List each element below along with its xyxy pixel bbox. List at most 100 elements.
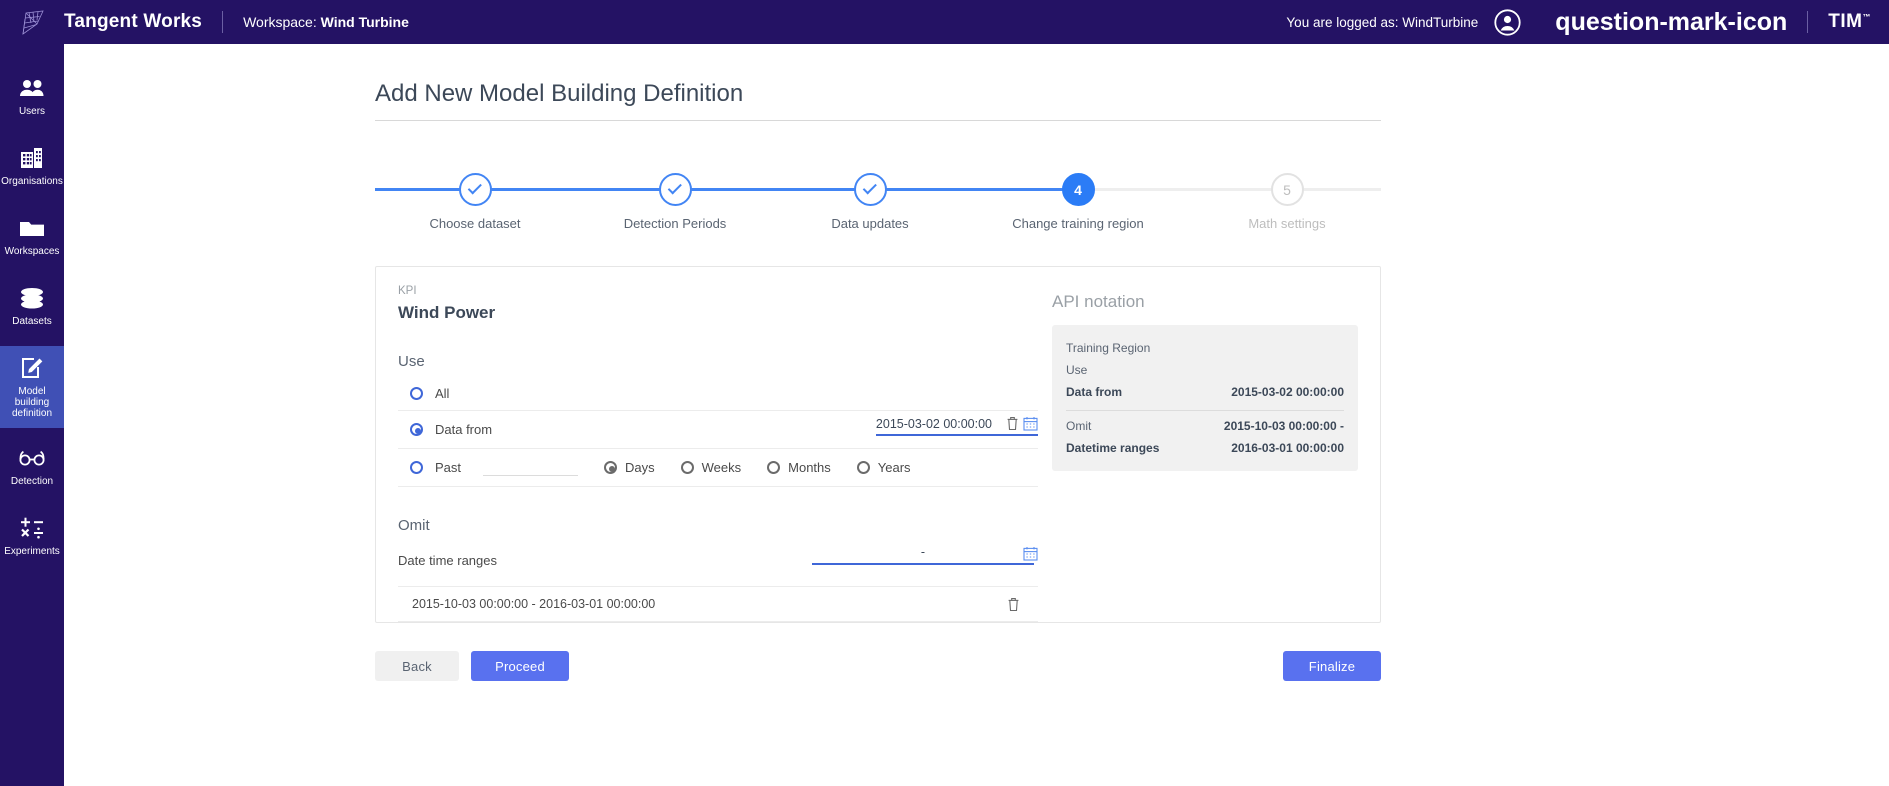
step-label: Change training region: [1012, 216, 1144, 231]
users-icon: [19, 75, 45, 101]
workspace-prefix: Workspace:: [243, 14, 321, 30]
step-5-math-settings[interactable]: 5 Math settings: [1187, 162, 1387, 231]
radio-weeks[interactable]: [680, 461, 694, 474]
step-4-bubble: 4: [1061, 173, 1095, 206]
api-value: 2015-10-03 00:00:00 -: [1223, 419, 1344, 433]
calendar-icon[interactable]: [1023, 416, 1038, 431]
api-row: Data from 2015-03-02 00:00:00: [1066, 381, 1344, 403]
tim-logo-text: TIM: [1828, 11, 1863, 32]
data-from-date-field[interactable]: 2015-03-02 00:00:00: [875, 416, 1038, 436]
past-amount-input[interactable]: [483, 459, 579, 476]
sidebar-item-label: Experiments: [4, 546, 60, 557]
date-time-range-input[interactable]: -: [812, 545, 1034, 565]
api-notation-box: Training Region Use Data from 2015-03-02…: [1052, 325, 1358, 471]
unit-option-weeks[interactable]: Weeks: [680, 460, 742, 475]
step-1-choose-dataset[interactable]: Choose dataset: [375, 162, 575, 231]
workspace-name: Wind Turbine: [320, 14, 409, 30]
date-time-ranges-label: Date time ranges: [398, 552, 497, 568]
sidebar-item-datasets[interactable]: Datasets: [0, 276, 64, 338]
radio-past[interactable]: [410, 461, 423, 474]
step-label: Detection Periods: [623, 216, 727, 231]
unit-option-months[interactable]: Months: [767, 460, 831, 475]
step-2-bubble: [658, 173, 692, 206]
step-5-bubble: 5: [1270, 173, 1304, 206]
radio-data-from[interactable]: [410, 423, 423, 436]
title-divider: [375, 120, 1381, 121]
data-from-value: 2015-03-02 00:00:00: [875, 416, 992, 431]
user-circle-icon[interactable]: [1494, 8, 1521, 36]
main-content: Add New Model Building Definition Choose…: [64, 44, 1889, 786]
option-row-all[interactable]: All: [398, 376, 1038, 411]
sidebar-item-users[interactable]: Users: [0, 66, 64, 128]
sidebar-item-detection[interactable]: Detection: [0, 436, 64, 498]
sidebar-item-workspaces[interactable]: Workspaces: [0, 206, 64, 268]
check-icon: [467, 180, 482, 195]
past-unit-group: Days Weeks Months Years: [604, 460, 937, 475]
training-region-form: KPI Wind Power Use All Data from 2015-03…: [398, 285, 1038, 622]
edit-square-icon: [20, 355, 44, 381]
trash-icon[interactable]: [1006, 416, 1019, 431]
api-key: Omit: [1066, 419, 1092, 433]
radio-all[interactable]: [410, 386, 423, 400]
api-key: Datetime ranges: [1066, 441, 1160, 455]
unit-label: Months: [788, 460, 831, 475]
workspace-indicator: Workspace: Wind Turbine: [243, 14, 409, 30]
step-3-data-updates[interactable]: Data updates: [770, 162, 970, 231]
question-mark-icon[interactable]: question-mark-icon: [1555, 9, 1787, 35]
unit-option-days[interactable]: Days: [604, 460, 655, 475]
step-3-bubble: [853, 173, 887, 206]
unit-label: Years: [877, 460, 911, 475]
option-row-past[interactable]: Past Days Weeks Months Years: [398, 449, 1038, 487]
option-label: All: [435, 385, 450, 401]
check-icon: [862, 180, 877, 195]
finalize-button[interactable]: Finalize: [1283, 651, 1381, 681]
radio-years[interactable]: [856, 461, 870, 474]
radio-months[interactable]: [767, 461, 781, 474]
radio-days[interactable]: [604, 461, 618, 474]
api-key: Use: [1066, 363, 1088, 377]
calendar-icon[interactable]: [1023, 546, 1038, 561]
step-label: Math settings: [1248, 216, 1326, 231]
step-1-bubble: [458, 173, 492, 206]
kpi-label: KPI: [398, 285, 417, 297]
sidebar-item-label: Datasets: [12, 316, 52, 327]
step-2-detection-periods[interactable]: Detection Periods: [575, 162, 775, 231]
api-key: Data from: [1066, 385, 1123, 399]
sidebar-item-label: Workspaces: [4, 246, 60, 257]
sidebar-item-experiments[interactable]: Experiments: [0, 506, 64, 568]
database-icon: [19, 285, 45, 311]
omit-range-list-item: 2015-10-03 00:00:00 - 2016-03-01 00:00:0…: [398, 586, 1038, 622]
option-row-data-from[interactable]: Data from 2015-03-02 00:00:00: [398, 411, 1038, 449]
api-notation-panel: API notation Training Region Use Data fr…: [1052, 292, 1358, 471]
step-4-change-training-region[interactable]: 4 Change training region: [978, 162, 1178, 231]
sidebar-item-model-building-definition[interactable]: Model building definition: [0, 346, 64, 428]
brand-name: Tangent Works: [64, 11, 203, 32]
buildings-icon: [20, 145, 44, 171]
back-button[interactable]: Back: [375, 651, 459, 681]
header-divider-2: [1807, 11, 1809, 33]
trademark-icon: ™: [1862, 12, 1871, 22]
sidebar-item-label: Detection: [10, 476, 54, 487]
left-sidebar: Users Organisations Workspaces Datasets …: [0, 44, 64, 786]
unit-option-years[interactable]: Years: [856, 460, 911, 475]
omit-section-heading: Omit: [398, 517, 430, 534]
sidebar-item-organisations[interactable]: Organisations: [0, 136, 64, 198]
api-row: Training Region: [1066, 337, 1344, 359]
omit-range-text: 2015-10-03 00:00:00 - 2016-03-01 00:00:0…: [412, 597, 656, 611]
option-label: Past: [435, 460, 462, 475]
sidebar-item-label: Organisations: [1, 176, 63, 187]
unit-label: Weeks: [701, 460, 742, 475]
wizard-stepper: Choose dataset Detection Periods Data up…: [375, 162, 1381, 242]
step-label: Choose dataset: [429, 216, 521, 231]
kpi-value: Wind Power: [398, 303, 496, 322]
date-time-ranges-row: Date time ranges -: [398, 540, 1038, 580]
header-divider: [222, 11, 224, 33]
proceed-button[interactable]: Proceed: [471, 651, 569, 681]
api-row: Datetime ranges 2016-03-01 00:00:00: [1066, 437, 1344, 459]
header-right-group: You are logged as: WindTurbine question-…: [1286, 8, 1889, 36]
glasses-icon: [18, 445, 46, 471]
sidebar-item-label: Model building definition: [11, 386, 53, 419]
api-key: Training Region: [1066, 341, 1151, 355]
trash-icon[interactable]: [1007, 597, 1020, 612]
sidebar-item-label: Users: [18, 106, 46, 117]
